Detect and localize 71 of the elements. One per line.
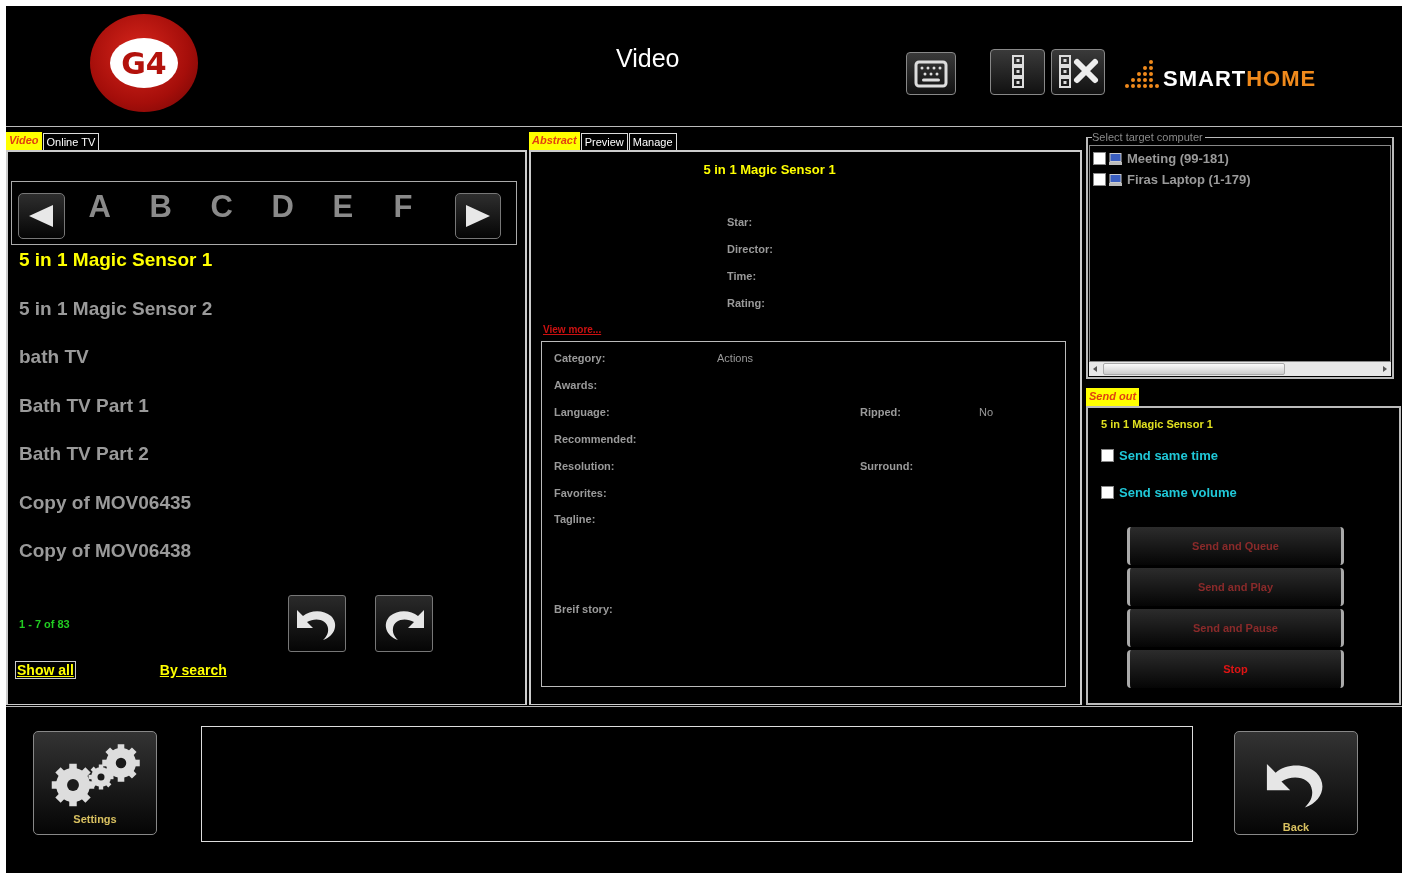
field-label: Tagline:	[554, 513, 596, 525]
keyboard-button[interactable]	[906, 52, 956, 95]
checkbox[interactable]	[1093, 152, 1106, 165]
tab[interactable]: Preview	[580, 133, 628, 150]
send-title: 5 in 1 Magic Sensor 1	[1101, 418, 1214, 432]
computer-icon	[1109, 152, 1122, 165]
tab[interactable]: Abstract	[529, 132, 580, 150]
right-arrow-icon	[463, 204, 492, 228]
field-value: No	[979, 405, 994, 418]
field-label: Surround:	[860, 459, 914, 472]
letter-filter[interactable]: D	[271, 189, 333, 225]
send-button[interactable]: Stop	[1127, 650, 1344, 688]
option-label[interactable]: Send same time	[1119, 447, 1218, 463]
page-title: Video	[616, 44, 681, 73]
redo-button[interactable]	[375, 595, 433, 652]
view-more-link[interactable]: View more...	[543, 324, 602, 335]
video-item[interactable]: Copy of MOV06435	[19, 490, 192, 515]
checkbox[interactable]	[1101, 485, 1114, 499]
info-label: Star:	[727, 215, 753, 228]
scroll-right-icon[interactable]	[1383, 366, 1387, 372]
scrollbar[interactable]	[1089, 362, 1391, 376]
undo-button[interactable]	[288, 595, 346, 652]
video-item[interactable]: Copy of MOV06438	[19, 539, 192, 563]
info-label: Director:	[727, 242, 773, 255]
list-button[interactable]	[990, 49, 1045, 95]
brand-logo-text: SMARTHOME	[1163, 68, 1317, 90]
field-label: Category:	[554, 351, 606, 364]
info-label: Time:	[727, 269, 757, 282]
video-item[interactable]: Bath TV Part 2	[19, 442, 149, 466]
tab[interactable]: Online TV	[42, 133, 100, 150]
letter-filter[interactable]: A	[88, 189, 150, 225]
field-label: Favorites:	[554, 486, 607, 499]
scroll-left-icon[interactable]	[1093, 366, 1097, 372]
back-button[interactable]: Back	[1234, 731, 1358, 835]
tab[interactable]: Send out	[1086, 388, 1140, 406]
filter-link[interactable]: By search	[159, 662, 227, 678]
logo-text: G4	[110, 38, 178, 88]
option-label[interactable]: Send same volume	[1119, 484, 1237, 500]
page-count: 1 - 7 of 83	[19, 617, 71, 630]
next-button[interactable]	[454, 193, 501, 239]
clear-list-button[interactable]	[1051, 49, 1105, 95]
left-arrow-icon	[27, 204, 56, 228]
field-label: Awards:	[554, 378, 598, 391]
letter-filter[interactable]: E	[332, 189, 394, 225]
computer-name[interactable]: Firas Laptop (1-179)	[1127, 172, 1251, 187]
tab[interactable]: Video	[6, 132, 42, 150]
tab[interactable]: Manage	[628, 133, 677, 150]
computer-name[interactable]: Meeting (99-181)	[1127, 151, 1229, 166]
previous-button[interactable]	[18, 193, 65, 239]
computer-icon	[1109, 173, 1122, 186]
settings-button[interactable]: Settings	[33, 731, 157, 835]
field-label: Ripped:	[860, 405, 901, 418]
checkbox[interactable]	[1093, 173, 1106, 186]
video-item[interactable]: Bath TV Part 1	[19, 393, 149, 418]
field-label: Language:	[554, 405, 610, 418]
letter-filter[interactable]: B	[149, 189, 211, 225]
dots-logo-icon	[1125, 58, 1161, 90]
checkbox[interactable]	[1101, 448, 1114, 462]
video-item[interactable]: 5 in 1 Magic Sensor 2	[19, 296, 213, 321]
group-legend: Select target computer	[1092, 131, 1205, 143]
video-title: 5 in 1 Magic Sensor 1	[703, 162, 837, 178]
info-label: Rating:	[727, 296, 765, 309]
video-item[interactable]: 5 in 1 Magic Sensor 1	[19, 248, 213, 272]
field-label: Recommended:	[554, 432, 637, 445]
field-value: Actions	[717, 351, 754, 364]
video-item[interactable]: bath TV	[19, 345, 89, 369]
filter-link[interactable]: Show all	[15, 661, 76, 679]
letter-filter[interactable]: F	[393, 189, 455, 225]
letter-filter[interactable]: C	[210, 189, 272, 225]
field-label: Breif story:	[554, 602, 613, 615]
field-label: Resolution:	[554, 459, 615, 472]
